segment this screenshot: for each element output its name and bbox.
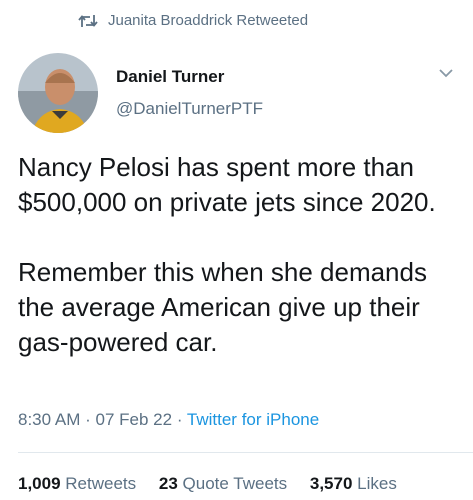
retweets-label: Retweets <box>65 474 137 493</box>
tweet-date[interactable]: 07 Feb 22 <box>96 410 173 429</box>
retweets-count: 1,009 <box>18 474 61 493</box>
chevron-down-icon[interactable] <box>438 66 454 84</box>
display-name[interactable]: Daniel Turner <box>116 67 263 87</box>
retweeted-by-label: Juanita Broaddrick Retweeted <box>108 12 309 29</box>
likes-label: Likes <box>357 474 397 493</box>
meta-separator: · <box>176 410 183 429</box>
retweets-stat[interactable]: 1,009 Retweets <box>18 474 141 493</box>
retweet-icon <box>78 13 98 29</box>
likes-stat[interactable]: 3,570 Likes <box>310 474 397 493</box>
tweet-text: Nancy Pelosi has spent more than $500,00… <box>18 150 463 360</box>
quote-tweets-count: 23 <box>158 474 178 493</box>
tweet-time[interactable]: 8:30 AM <box>18 410 80 429</box>
user-handle[interactable]: @DanielTurnerPTF <box>116 99 263 119</box>
avatar[interactable] <box>18 53 98 133</box>
retweet-context[interactable]: Juanita Broaddrick Retweeted <box>78 12 308 29</box>
tweet-stats: 1,009 Retweets 23 Quote Tweets 3,570 Lik… <box>18 474 415 494</box>
likes-count: 3,570 <box>309 474 353 493</box>
tweet-author: Daniel Turner @DanielTurnerPTF <box>18 53 263 133</box>
meta-separator: · <box>85 410 91 429</box>
tweet-source-link[interactable]: Twitter for iPhone <box>187 410 319 429</box>
tweet-paragraph: Nancy Pelosi has spent more than $500,00… <box>18 152 436 217</box>
divider <box>18 452 473 453</box>
tweet-meta: 8:30 AM · 07 Feb 22 · Twitter for iPhone <box>18 410 319 430</box>
tweet-paragraph: Remember this when she demands the avera… <box>18 257 427 357</box>
quote-tweets-label: Quote Tweets <box>182 474 288 493</box>
quote-tweets-stat[interactable]: 23 Quote Tweets <box>159 474 292 493</box>
